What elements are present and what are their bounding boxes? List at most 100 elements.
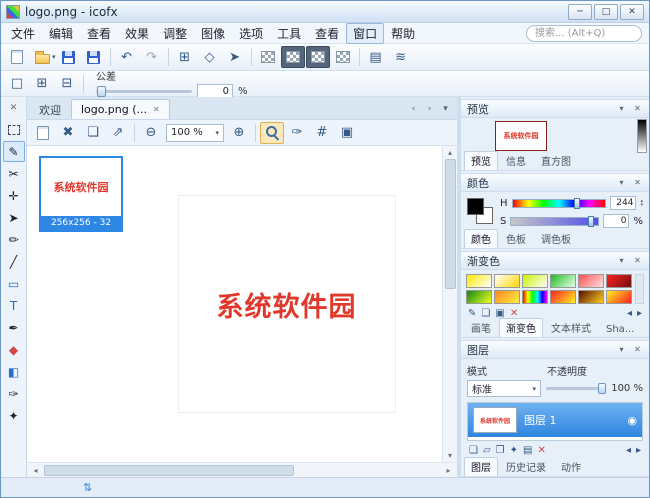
tool-fill[interactable]: ◧ bbox=[3, 361, 25, 382]
delete-image-button[interactable]: ✖ bbox=[56, 122, 80, 144]
tab-close-icon[interactable]: ✕ bbox=[153, 105, 160, 114]
gradient-swatch[interactable] bbox=[578, 274, 604, 288]
shapes-button[interactable]: ◇ bbox=[198, 46, 222, 68]
color-collapse-icon[interactable]: ▾ bbox=[616, 178, 627, 187]
vertical-scrollbar[interactable]: ▴ ▾ bbox=[442, 146, 457, 462]
gradient-swatch[interactable] bbox=[494, 290, 520, 304]
gradient-collapse-icon[interactable]: ▾ bbox=[616, 256, 627, 265]
color-swatches[interactable] bbox=[467, 198, 493, 224]
tolerance-slider[interactable] bbox=[96, 86, 192, 97]
resize-button[interactable]: ⊞ bbox=[173, 46, 197, 68]
tool-nib[interactable]: ✒ bbox=[3, 317, 25, 338]
tab-menu-button[interactable]: ▾ bbox=[439, 102, 452, 115]
image-thumbnail[interactable]: 系统软件园 256x256 - 32 bbox=[39, 156, 123, 232]
layer-effects-button[interactable]: ✦ bbox=[510, 445, 518, 456]
menu-view[interactable]: 查看 bbox=[80, 23, 118, 44]
tab-shadow[interactable]: Sha... bbox=[599, 322, 641, 337]
preview-close-icon[interactable]: ✕ bbox=[632, 104, 643, 113]
horizontal-scroll-thumb[interactable] bbox=[44, 465, 294, 476]
menu-help[interactable]: 帮助 bbox=[384, 23, 422, 44]
gradient-swatch[interactable] bbox=[606, 274, 632, 288]
save-button[interactable] bbox=[57, 46, 81, 68]
saturation-slider[interactable] bbox=[510, 217, 599, 226]
vertical-scroll-thumb[interactable] bbox=[445, 159, 456, 289]
menu-image[interactable]: 图像 bbox=[194, 23, 232, 44]
new-document-button[interactable] bbox=[5, 46, 29, 68]
canvas[interactable]: 系统软件园 bbox=[179, 196, 395, 412]
tab-text-style[interactable]: 文本样式 bbox=[544, 318, 598, 337]
tool-text[interactable]: T bbox=[3, 295, 25, 316]
hue-value-field[interactable]: 244 bbox=[610, 196, 636, 210]
tool-crop[interactable]: ✂ bbox=[3, 163, 25, 184]
selection-subtract-button[interactable]: ⊟ bbox=[55, 73, 79, 95]
scroll-right-icon[interactable]: ▸ bbox=[443, 466, 454, 475]
open-dropdown-icon[interactable]: ▾ bbox=[52, 53, 56, 61]
layer-next-button[interactable]: ▸ bbox=[636, 445, 641, 456]
zoom-out-button[interactable]: ⊖ bbox=[139, 122, 163, 144]
scroll-left-icon[interactable]: ◂ bbox=[30, 466, 41, 475]
frame-toggle-button[interactable]: ▣ bbox=[335, 122, 359, 144]
gradient-scrollbar[interactable] bbox=[635, 274, 644, 304]
gradient-swatch[interactable] bbox=[578, 290, 604, 304]
gradient-swatch[interactable] bbox=[606, 290, 632, 304]
redo-button[interactable]: ↷ bbox=[140, 46, 164, 68]
delete-layer-button[interactable]: ✕ bbox=[537, 445, 545, 456]
minimize-button[interactable]: ─ bbox=[568, 4, 592, 20]
saturation-slider-handle[interactable] bbox=[588, 216, 594, 227]
gradient-swatch[interactable] bbox=[522, 290, 548, 304]
gradient-swatch[interactable] bbox=[522, 274, 548, 288]
foreground-color-swatch[interactable] bbox=[467, 198, 484, 215]
menu-window[interactable]: 窗口 bbox=[346, 23, 384, 44]
titlebar[interactable]: logo.png - icofx ─ □ ✕ bbox=[1, 1, 649, 23]
merge-layer-button[interactable]: ▤ bbox=[523, 445, 532, 456]
transparency-mode-2-button[interactable] bbox=[281, 46, 305, 68]
layer-group-button[interactable]: ▱ bbox=[483, 445, 491, 456]
layers-panel-button[interactable]: ▤ bbox=[364, 46, 388, 68]
color-close-icon[interactable]: ✕ bbox=[632, 178, 643, 187]
menu-options[interactable]: 选项 bbox=[232, 23, 270, 44]
gradient-swatch[interactable] bbox=[550, 274, 576, 288]
gradient-close-icon[interactable]: ✕ bbox=[632, 256, 643, 265]
layer-visibility-eye-icon[interactable]: ◉ bbox=[627, 414, 637, 427]
gradient-next-button[interactable]: ▸ bbox=[637, 308, 642, 319]
tab-layers[interactable]: 图层 bbox=[464, 457, 498, 476]
zoom-level-select[interactable]: 100 % ▾ bbox=[166, 124, 224, 142]
animation-button[interactable]: ≋ bbox=[389, 46, 413, 68]
tab-next-button[interactable]: › bbox=[423, 102, 436, 115]
tool-eraser[interactable]: ◆ bbox=[3, 339, 25, 360]
tool-line[interactable]: ╱ bbox=[3, 251, 25, 272]
color-picker-button[interactable]: ✑ bbox=[285, 122, 309, 144]
menu-tools[interactable]: 工具 bbox=[270, 23, 308, 44]
gradient-swatch[interactable] bbox=[550, 290, 576, 304]
tab-welcome[interactable]: 欢迎 bbox=[29, 99, 71, 119]
tab-swatches[interactable]: 色板 bbox=[499, 229, 533, 248]
tab-gradient[interactable]: 渐变色 bbox=[499, 318, 543, 337]
tool-rectangle[interactable]: ▭ bbox=[3, 273, 25, 294]
layers-collapse-icon[interactable]: ▾ bbox=[616, 345, 627, 354]
tab-brush[interactable]: 画笔 bbox=[464, 318, 498, 337]
transparency-mode-4-button[interactable] bbox=[331, 46, 355, 68]
grid-toggle-button[interactable]: # bbox=[310, 122, 334, 144]
transparency-mode-1-button[interactable] bbox=[256, 46, 280, 68]
hue-spinner[interactable]: ▴▾ bbox=[640, 199, 643, 207]
tool-pen[interactable]: ✑ bbox=[3, 383, 25, 404]
transparency-mode-3-button[interactable] bbox=[306, 46, 330, 68]
preview-collapse-icon[interactable]: ▾ bbox=[616, 104, 627, 113]
layer-prev-button[interactable]: ◂ bbox=[626, 445, 631, 456]
tab-actions[interactable]: 动作 bbox=[554, 457, 588, 476]
selection-new-button[interactable]: □ bbox=[5, 73, 29, 95]
hue-slider-handle[interactable] bbox=[574, 198, 580, 209]
saturation-value-field[interactable]: 0 bbox=[603, 214, 629, 228]
gradient-prev-button[interactable]: ◂ bbox=[627, 308, 632, 319]
tool-pencil[interactable]: ✏ bbox=[3, 229, 25, 250]
opacity-slider-handle[interactable] bbox=[598, 383, 606, 394]
hue-slider[interactable] bbox=[512, 199, 607, 208]
layer-row[interactable]: 系统软件园 图层 1 ◉ bbox=[468, 403, 642, 437]
add-image-button[interactable] bbox=[31, 122, 55, 144]
menu-edit[interactable]: 编辑 bbox=[42, 23, 80, 44]
menu-adjust[interactable]: 调整 bbox=[156, 23, 194, 44]
tool-dropper[interactable]: ✦ bbox=[3, 405, 25, 426]
menu-effects[interactable]: 效果 bbox=[118, 23, 156, 44]
tab-color[interactable]: 颜色 bbox=[464, 229, 498, 248]
tab-history[interactable]: 历史记录 bbox=[499, 457, 553, 476]
